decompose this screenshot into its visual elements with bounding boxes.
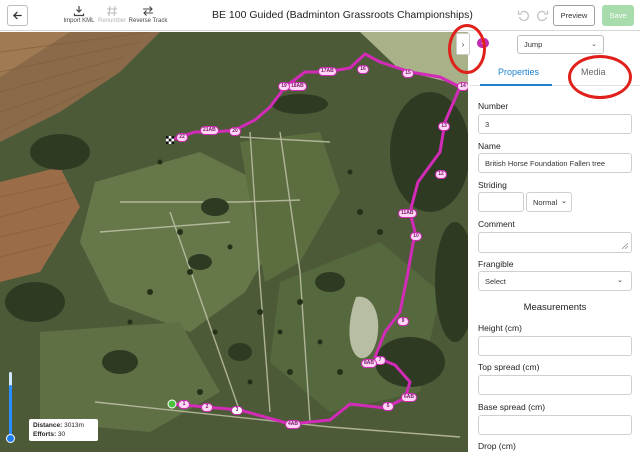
number-label: Number <box>478 101 509 111</box>
route-marker[interactable]: 14 <box>457 82 468 91</box>
preview-button[interactable]: Preview <box>553 5 595 26</box>
obstacle-type-select[interactable]: Jump ⌄ <box>517 35 604 54</box>
route-marker[interactable]: 13 <box>438 122 450 131</box>
height-input[interactable] <box>478 336 632 356</box>
chevron-down-icon: ⌄ <box>561 198 567 205</box>
route-marker-selected[interactable]: 3 <box>231 406 243 415</box>
comment-label: Comment <box>478 219 515 229</box>
chevron-down-icon: ⌄ <box>617 277 623 284</box>
height-label: Height (cm) <box>478 323 522 333</box>
route-marker[interactable]: 20 <box>229 127 241 136</box>
page-title: BE 100 Guided (Badminton Grassroots Cham… <box>212 9 473 21</box>
route-marker[interactable]: 8AB <box>361 359 378 368</box>
zoom-slider-handle[interactable] <box>6 434 15 443</box>
route-marker[interactable]: 18AB <box>288 82 307 91</box>
route-marker[interactable]: 15 <box>402 69 414 78</box>
route-marker[interactable]: 5 <box>382 402 394 411</box>
obstacle-type-value: Jump <box>524 40 543 49</box>
redo-icon[interactable] <box>536 9 549 22</box>
resize-grip-icon <box>622 243 628 249</box>
save-button[interactable]: Save <box>602 5 634 26</box>
satellite-imagery <box>0 32 468 452</box>
distance-value: 3013m <box>64 422 84 429</box>
hash-icon <box>107 5 117 17</box>
chevron-down-icon: ⌄ <box>591 41 597 48</box>
undo-icon[interactable] <box>517 9 530 22</box>
distance-label: Distance: <box>33 422 63 429</box>
route-marker[interactable]: 11AB <box>398 209 417 218</box>
striding-select[interactable]: Normal ⌄ <box>526 192 572 212</box>
route-marker[interactable]: 12 <box>435 170 447 179</box>
route-marker[interactable]: 19 <box>278 82 290 91</box>
striding-input[interactable] <box>478 192 524 212</box>
route-marker[interactable]: 6AB <box>401 393 418 402</box>
number-input[interactable]: 3 <box>478 114 632 134</box>
reverse-track-label: Reverse Track <box>128 18 168 24</box>
top-spread-label: Top spread (cm) <box>478 362 540 372</box>
route-marker[interactable]: 2 <box>201 403 213 412</box>
route-marker[interactable]: 21AB <box>200 126 219 135</box>
frangible-placeholder: Select <box>485 277 506 286</box>
finish-flag-icon <box>166 136 175 145</box>
route-marker[interactable]: 9 <box>397 317 409 326</box>
frangible-label: Frangible <box>478 259 514 269</box>
top-spread-input[interactable] <box>478 375 632 395</box>
back-button[interactable] <box>7 5 28 26</box>
annotation-circle <box>568 55 632 99</box>
name-input[interactable]: British Horse Foundation Fallen tree <box>478 153 632 173</box>
base-spread-input[interactable] <box>478 415 632 435</box>
drop-label: Drop (cm) <box>478 441 516 451</box>
download-icon <box>73 6 85 17</box>
efforts-label: Efforts: <box>33 431 57 438</box>
striding-label: Striding <box>478 180 507 190</box>
route-stats: Distance: 3013m Efforts: 30 <box>29 419 98 441</box>
name-label: Name <box>478 141 501 151</box>
base-spread-label: Base spread (cm) <box>478 402 546 412</box>
comment-textarea[interactable] <box>478 232 632 253</box>
map-canvas[interactable]: 1 2 3 4AB 5 6AB 7 8AB 9 10 11AB 12 13 14… <box>0 32 468 452</box>
annotation-circle <box>448 24 486 74</box>
arrow-left-icon <box>12 11 22 20</box>
measurements-title: Measurements <box>523 302 587 313</box>
route-marker[interactable]: 4AB <box>285 420 302 429</box>
reverse-track-button[interactable]: Reverse Track <box>123 5 173 24</box>
route-marker[interactable]: 17AB <box>318 67 337 76</box>
swap-arrows-icon <box>143 6 153 16</box>
efforts-value: 30 <box>57 431 66 438</box>
tab-properties[interactable]: Properties <box>498 67 539 77</box>
route-marker[interactable]: 10 <box>410 232 422 241</box>
frangible-select[interactable]: Select ⌄ <box>478 271 632 291</box>
route-marker[interactable]: 16 <box>357 65 369 74</box>
active-tab-indicator <box>480 84 552 86</box>
route-marker[interactable]: 1 <box>178 400 190 409</box>
route-marker[interactable]: 22 <box>176 133 188 142</box>
top-toolbar: Import KML Renumber Reverse Track BE 100… <box>0 0 640 31</box>
striding-option: Normal <box>533 198 558 207</box>
